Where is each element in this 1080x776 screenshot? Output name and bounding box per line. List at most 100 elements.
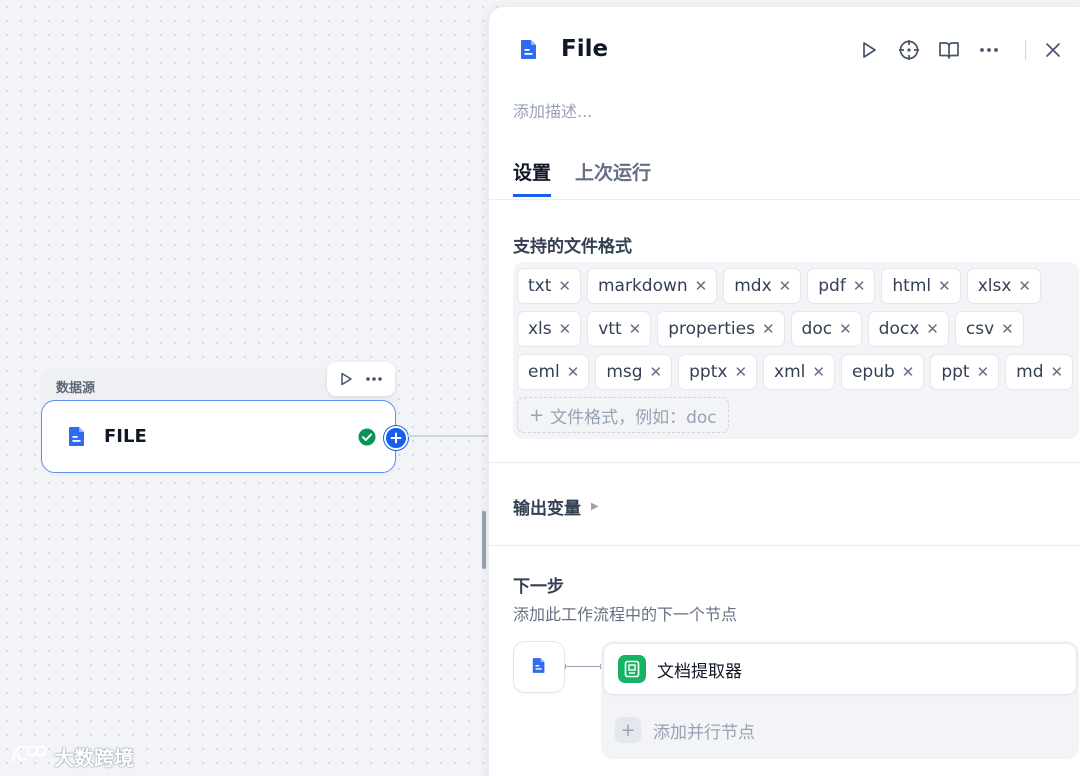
remove-tag-icon[interactable]: ✕: [812, 363, 825, 381]
format-tag-label: xml: [774, 362, 806, 382]
remove-tag-icon[interactable]: ✕: [559, 320, 572, 338]
play-icon[interactable]: [338, 371, 354, 387]
plus-icon: +: [615, 717, 641, 743]
remove-tag-icon[interactable]: ✕: [1018, 277, 1031, 295]
remove-tag-icon[interactable]: ✕: [695, 277, 708, 295]
next-step-description: 添加此工作流程中的下一个节点: [513, 605, 738, 624]
remove-tag-icon[interactable]: ✕: [629, 320, 642, 338]
format-tag: markdown ✕: [586, 268, 718, 304]
description-input[interactable]: 添加描述...: [513, 98, 592, 122]
add-format-input[interactable]: + 文件格式，例如：doc: [517, 397, 729, 433]
node-action-bar: [327, 362, 395, 396]
format-tag-label: pptx: [689, 362, 728, 382]
format-tag: docx ✕: [867, 311, 949, 347]
add-format-placeholder: 文件格式，例如：doc: [550, 407, 717, 428]
file-icon: [68, 426, 88, 448]
file-node-card[interactable]: FILE: [41, 400, 408, 473]
format-tag-label: md: [1016, 362, 1044, 382]
remove-tag-icon[interactable]: ✕: [762, 320, 775, 338]
format-tag-label: csv: [965, 319, 995, 339]
remove-tag-icon[interactable]: ✕: [1051, 363, 1064, 381]
remove-tag-icon[interactable]: ✕: [1001, 320, 1014, 338]
toolbar-divider: [1025, 40, 1026, 60]
panel-tabs: 设置 上次运行: [513, 158, 651, 197]
node-title: FILE: [104, 426, 147, 447]
file-icon: [520, 39, 538, 64]
remove-tag-icon[interactable]: ✕: [558, 277, 571, 295]
node-group-label: 数据源: [56, 381, 96, 396]
current-node-thumb: [513, 641, 565, 693]
format-tag: eml ✕: [517, 354, 590, 390]
output-variables-label: 输出变量: [513, 499, 581, 519]
remove-tag-icon[interactable]: ✕: [938, 277, 951, 295]
node-settings-panel: File 添加描述... 设置 上次运行 支持的文件格式 txt✕markd: [488, 6, 1080, 776]
add-parallel-label: 添加并行节点: [653, 722, 755, 743]
remove-tag-icon[interactable]: ✕: [853, 277, 866, 295]
section-divider: [489, 462, 1080, 463]
format-tag-label: ppt: [941, 362, 970, 382]
next-step-connector: [565, 664, 601, 669]
tabs-divider: [489, 199, 1080, 200]
remove-tag-icon[interactable]: ✕: [734, 363, 747, 381]
play-icon[interactable]: [849, 37, 889, 63]
add-parallel-node-button[interactable]: + 添加并行节点: [615, 717, 755, 743]
file-icon: [532, 657, 546, 678]
watermark: 大数跨境: [10, 742, 134, 771]
format-tag: txt ✕: [517, 268, 581, 304]
format-tag: pdf ✕: [807, 268, 876, 304]
panel-resize-handle[interactable]: [482, 511, 486, 569]
output-variables-toggle[interactable]: 输出变量 ▶: [513, 494, 599, 519]
format-tag-label: pdf: [818, 276, 846, 296]
formats-label: 支持的文件格式: [513, 237, 632, 257]
format-tag-label: properties: [668, 319, 755, 339]
remove-tag-icon[interactable]: ✕: [650, 363, 663, 381]
more-horizontal-icon[interactable]: [969, 37, 1009, 63]
datasource-node-group: 数据源 FILE: [40, 362, 408, 476]
format-tag-label: txt: [528, 276, 552, 296]
next-node-item[interactable]: 文档提取器: [603, 643, 1077, 695]
format-tag: pptx ✕: [678, 354, 758, 390]
remove-tag-icon[interactable]: ✕: [926, 320, 939, 338]
format-tag: csv ✕: [954, 311, 1024, 347]
crosshair-icon[interactable]: [889, 37, 929, 63]
doc-extractor-icon: [618, 655, 646, 683]
next-step-box: 文档提取器 + 添加并行节点: [601, 641, 1079, 759]
next-step-label: 下一步: [513, 577, 564, 597]
remove-tag-icon[interactable]: ✕: [839, 320, 852, 338]
watermark-logo-icon: [10, 743, 48, 770]
format-tag: xlsx ✕: [966, 268, 1041, 304]
panel-toolbar: [849, 37, 1066, 63]
panel-header: File: [489, 7, 1080, 97]
format-tag-label: vtt: [598, 319, 622, 339]
plus-circle-icon[interactable]: [384, 426, 408, 450]
format-tag-label: docx: [878, 319, 920, 339]
format-tag-label: mdx: [734, 276, 772, 296]
tab-last-run[interactable]: 上次运行: [575, 158, 651, 197]
check-circle-icon: [358, 428, 376, 450]
format-tag: xml ✕: [763, 354, 835, 390]
format-tag: epub ✕: [840, 354, 925, 390]
remove-tag-icon[interactable]: ✕: [567, 363, 580, 381]
remove-tag-icon[interactable]: ✕: [902, 363, 915, 381]
format-tag-label: msg: [606, 362, 643, 382]
caret-right-icon: ▶: [591, 501, 599, 512]
format-tag: mdx ✕: [723, 268, 802, 304]
format-tag: xls ✕: [517, 311, 582, 347]
next-node-name: 文档提取器: [657, 661, 742, 682]
book-icon[interactable]: [929, 37, 969, 63]
format-tag-label: markdown: [597, 276, 688, 296]
panel-title[interactable]: File: [561, 36, 608, 62]
plus-icon: +: [529, 404, 545, 426]
remove-tag-icon[interactable]: ✕: [977, 363, 990, 381]
section-divider: [489, 545, 1080, 546]
more-horizontal-icon[interactable]: [364, 371, 384, 387]
formats-tag-input[interactable]: txt ✕ markdown ✕ mdx ✕ pdf ✕ html ✕ xlsx ✕ xls ✕ vtt ✕ p…: [513, 262, 1079, 439]
format-tag-label: eml: [528, 362, 560, 382]
close-icon[interactable]: [1040, 37, 1066, 63]
tab-settings[interactable]: 设置: [513, 158, 552, 197]
remove-tag-icon[interactable]: ✕: [779, 277, 792, 295]
format-tag-label: epub: [851, 362, 895, 382]
format-tag-label: doc: [801, 319, 833, 339]
format-tag: msg ✕: [595, 354, 673, 390]
format-tag: html ✕: [881, 268, 961, 304]
